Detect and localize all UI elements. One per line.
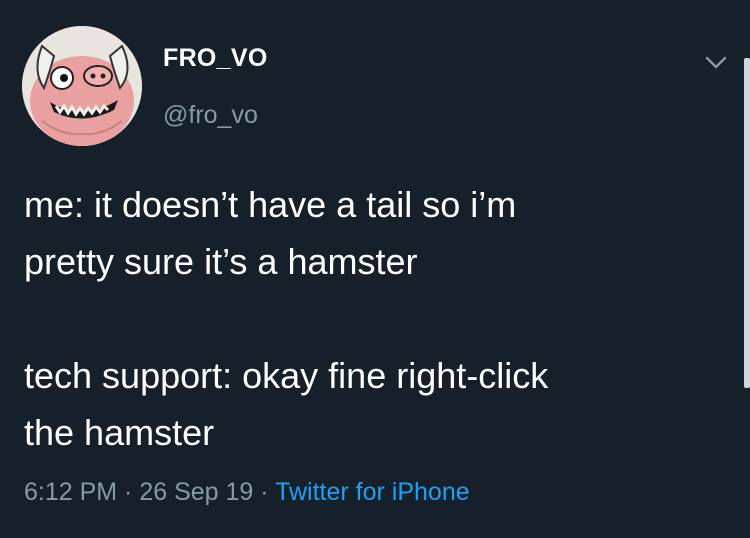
user-handle[interactable]: @fro_vo	[163, 101, 258, 130]
tweet-card: FRO_VO @fro_vo me: it doesn’t have a tai…	[0, 0, 750, 538]
avatar[interactable]	[22, 26, 142, 146]
meta-separator: ·	[253, 478, 276, 506]
meta-separator: ·	[117, 478, 140, 506]
tweet-meta: 6:12 PM · 26 Sep 19 · Twitter for iPhone	[24, 478, 470, 507]
tweet-line: the hamster	[24, 412, 215, 453]
window-edge	[744, 58, 750, 388]
tweet-line: pretty sure it’s a hamster	[24, 241, 418, 282]
tweet-body: me: it doesn’t have a tail so i’m pretty…	[24, 176, 724, 461]
tweet-line: tech support: okay fine right-click	[24, 355, 549, 396]
tweet-line: me: it doesn’t have a tail so i’m	[24, 184, 517, 225]
chevron-down-icon[interactable]	[702, 50, 730, 74]
tweet-date[interactable]: 26 Sep 19	[139, 478, 253, 506]
display-name[interactable]: FRO_VO	[163, 44, 268, 73]
tweet-time[interactable]: 6:12 PM	[24, 478, 117, 506]
tweet-source-link[interactable]: Twitter for iPhone	[275, 478, 470, 506]
pig-avatar-icon	[22, 26, 142, 146]
